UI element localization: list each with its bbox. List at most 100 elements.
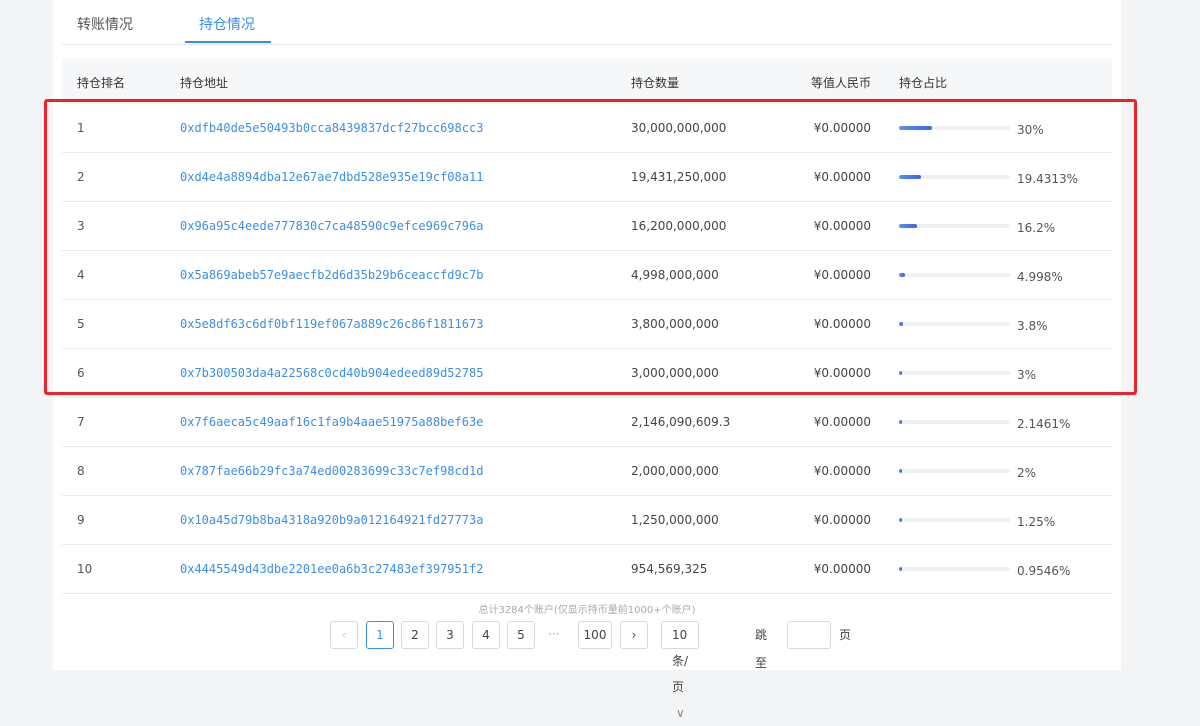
table-row: 3 0x96a95c4eede777830c7ca48590c9efce969c7… bbox=[62, 202, 1112, 251]
header-ratio: 持仓占比 bbox=[899, 76, 948, 90]
page-suffix-label: 页 bbox=[839, 628, 852, 642]
ratio-percent-cell: 1.25% bbox=[1017, 515, 1056, 529]
ratio-percent-cell: 30% bbox=[1017, 123, 1044, 137]
rank-cell: 9 bbox=[77, 513, 85, 527]
quantity-cell: 2,000,000,000 bbox=[631, 464, 719, 478]
table-row: 7 0x7f6aeca5c49aaf16c1fa9b4aae51975a88bef… bbox=[62, 398, 1112, 447]
table-row: 1 0xdfb40de5e50493b0cca8439837dcf27bcc698… bbox=[62, 104, 1112, 153]
address-link[interactable]: 0x7f6aeca5c49aaf16c1fa9b4aae51975a88bef6… bbox=[180, 415, 483, 429]
ratio-progress-bar bbox=[899, 126, 1010, 130]
table-row: 2 0xd4e4a8894dba12e67ae7dbd528e935e19cf08… bbox=[62, 153, 1112, 202]
quantity-cell: 2,146,090,609.3 bbox=[631, 415, 731, 429]
address-link[interactable]: 0x10a45d79b8ba4318a920b9a012164921fd2777… bbox=[180, 513, 483, 527]
jump-page-input[interactable] bbox=[787, 621, 831, 649]
cny-value-cell: ¥0.00000 bbox=[813, 513, 871, 527]
tab-holdings[interactable]: 持仓情况 bbox=[199, 14, 255, 34]
ratio-progress-bar bbox=[899, 567, 1010, 571]
quantity-cell: 4,998,000,000 bbox=[631, 268, 719, 282]
cny-value-cell: ¥0.00000 bbox=[813, 170, 871, 184]
page-size-select[interactable]: 10 条/页 ∨ bbox=[661, 621, 700, 720]
total-accounts-note: 总计3284个账户(仅显示持币量前1000+个账户) bbox=[478, 605, 696, 616]
page-button-4[interactable]: 4 bbox=[472, 621, 500, 649]
page-button-last[interactable]: 100 bbox=[578, 621, 612, 649]
rank-cell: 3 bbox=[77, 219, 85, 233]
address-link[interactable]: 0x5a869abeb57e9aecfb2d6d35b29b6ceaccfd9c… bbox=[180, 268, 483, 282]
next-page-button[interactable]: › bbox=[620, 621, 648, 649]
quantity-cell: 19,431,250,000 bbox=[631, 170, 727, 184]
cny-value-cell: ¥0.00000 bbox=[813, 121, 871, 135]
page-button-1[interactable]: 1 bbox=[366, 621, 394, 649]
address-link[interactable]: 0xd4e4a8894dba12e67ae7dbd528e935e19cf08a… bbox=[180, 170, 483, 184]
rank-cell: 7 bbox=[77, 415, 85, 429]
table-row: 8 0x787fae66b29fc3a74ed00283699c33c7ef98c… bbox=[62, 447, 1112, 496]
rank-cell: 6 bbox=[77, 366, 85, 380]
rank-cell: 5 bbox=[77, 317, 85, 331]
holdings-panel: 转账情况 持仓情况 持仓排名 持仓地址 持仓数量 等值人民币 持仓占比 1 0xd… bbox=[53, 0, 1121, 670]
header-address: 持仓地址 bbox=[180, 76, 229, 90]
ratio-progress-bar bbox=[899, 224, 1010, 228]
table-row: 9 0x10a45d79b8ba4318a920b9a012164921fd277… bbox=[62, 496, 1112, 545]
cny-value-cell: ¥0.00000 bbox=[813, 464, 871, 478]
ratio-percent-cell: 2.1461% bbox=[1017, 417, 1071, 431]
address-link[interactable]: 0xdfb40de5e50493b0cca8439837dcf27bcc698c… bbox=[180, 121, 483, 135]
ratio-progress-fill bbox=[899, 273, 905, 277]
ratio-percent-cell: 16.2% bbox=[1017, 221, 1056, 235]
page-size-value: 10 条/页 bbox=[672, 628, 689, 694]
address-link[interactable]: 0x7b300503da4a22568c0cd40b904edeed89d527… bbox=[180, 366, 483, 380]
quantity-cell: 3,800,000,000 bbox=[631, 317, 719, 331]
quantity-cell: 3,000,000,000 bbox=[631, 366, 719, 380]
ratio-progress-fill bbox=[899, 420, 902, 424]
ratio-progress-fill bbox=[899, 224, 917, 228]
page-ellipsis[interactable]: ··· bbox=[548, 621, 559, 647]
ratio-percent-cell: 0.9546% bbox=[1017, 564, 1071, 578]
ratio-progress-fill bbox=[899, 126, 933, 130]
address-link[interactable]: 0x4445549d43dbe2201ee0a6b3c27483ef397951… bbox=[180, 562, 483, 576]
page-button-5[interactable]: 5 bbox=[507, 621, 535, 649]
cny-value-cell: ¥0.00000 bbox=[813, 219, 871, 233]
quantity-cell: 30,000,000,000 bbox=[631, 121, 727, 135]
table-row: 5 0x5e8df63c6df0bf119ef067a889c26c86f1811… bbox=[62, 300, 1112, 349]
table-header: 持仓排名 持仓地址 持仓数量 等值人民币 持仓占比 bbox=[62, 58, 1112, 104]
table-row: 6 0x7b300503da4a22568c0cd40b904edeed89d52… bbox=[62, 349, 1112, 398]
rank-cell: 2 bbox=[77, 170, 85, 184]
rank-cell: 8 bbox=[77, 464, 85, 478]
ratio-progress-bar bbox=[899, 322, 1010, 326]
address-link[interactable]: 0x96a95c4eede777830c7ca48590c9efce969c79… bbox=[180, 219, 483, 233]
chevron-left-icon: ‹ bbox=[341, 628, 347, 642]
page-button-3[interactable]: 3 bbox=[436, 621, 464, 649]
cny-value-cell: ¥0.00000 bbox=[813, 317, 871, 331]
ratio-progress-fill bbox=[899, 567, 902, 571]
ratio-progress-bar bbox=[899, 469, 1010, 473]
ratio-percent-cell: 3% bbox=[1017, 368, 1037, 382]
ratio-progress-bar bbox=[899, 175, 1010, 179]
prev-page-button[interactable]: ‹ bbox=[330, 621, 358, 649]
cny-value-cell: ¥0.00000 bbox=[813, 415, 871, 429]
ratio-percent-cell: 4.998% bbox=[1017, 270, 1063, 284]
page-button-2[interactable]: 2 bbox=[401, 621, 429, 649]
jump-label: 跳至 bbox=[755, 628, 768, 670]
ratio-percent-cell: 2% bbox=[1017, 466, 1037, 480]
ratio-progress-fill bbox=[899, 175, 921, 179]
rank-cell: 4 bbox=[77, 268, 85, 282]
ratio-progress-fill bbox=[899, 518, 902, 522]
quantity-cell: 1,250,000,000 bbox=[631, 513, 719, 527]
ratio-progress-bar bbox=[899, 420, 1010, 424]
cny-value-cell: ¥0.00000 bbox=[813, 562, 871, 576]
tab-transfers[interactable]: 转账情况 bbox=[77, 14, 133, 34]
tab-bar: 转账情况 持仓情况 bbox=[62, 0, 1112, 45]
quantity-cell: 954,569,325 bbox=[631, 562, 708, 576]
table-body: 1 0xdfb40de5e50493b0cca8439837dcf27bcc698… bbox=[62, 104, 1112, 594]
ratio-progress-fill bbox=[899, 322, 904, 326]
address-link[interactable]: 0x5e8df63c6df0bf119ef067a889c26c86f18116… bbox=[180, 317, 483, 331]
header-cny: 等值人民币 bbox=[810, 76, 871, 90]
address-link[interactable]: 0x787fae66b29fc3a74ed00283699c33c7ef98cd… bbox=[180, 464, 483, 478]
table-row: 4 0x5a869abeb57e9aecfb2d6d35b29b6ceaccfd9… bbox=[62, 251, 1112, 300]
header-rank: 持仓排名 bbox=[77, 76, 126, 90]
rank-cell: 10 bbox=[77, 562, 93, 576]
ratio-progress-fill bbox=[899, 469, 902, 473]
quantity-cell: 16,200,000,000 bbox=[631, 219, 727, 233]
ratio-percent-cell: 19.4313% bbox=[1017, 172, 1079, 186]
holdings-table: 持仓排名 持仓地址 持仓数量 等值人民币 持仓占比 1 0xdfb40de5e50… bbox=[62, 58, 1112, 594]
ratio-progress-bar bbox=[899, 518, 1010, 522]
ratio-percent-cell: 3.8% bbox=[1017, 319, 1048, 333]
